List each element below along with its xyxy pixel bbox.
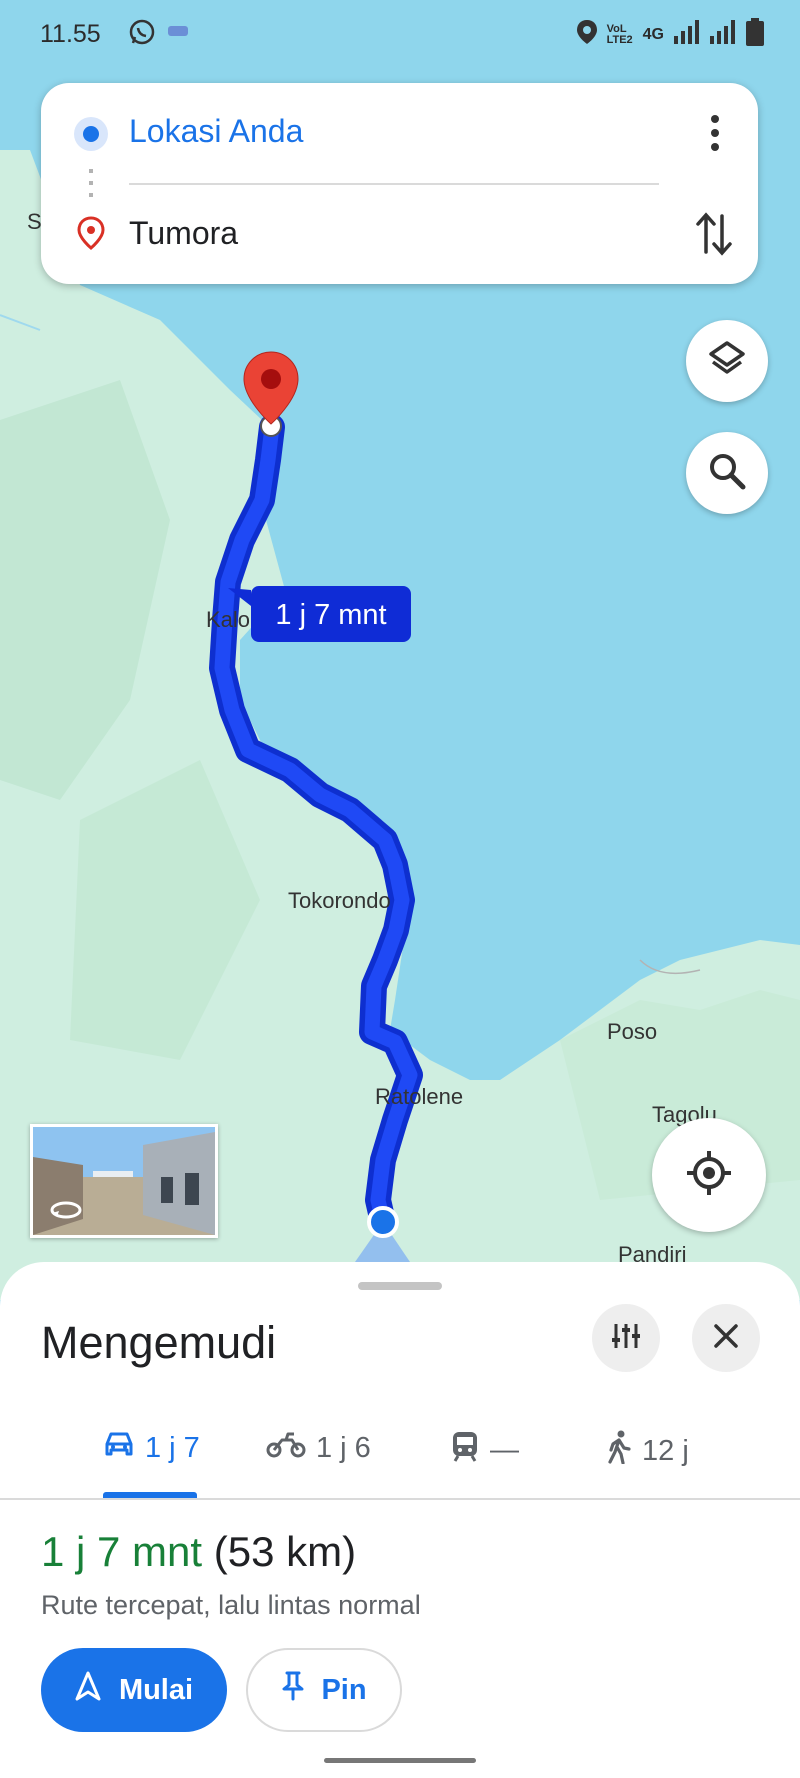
my-location-icon: [685, 1149, 733, 1202]
place-label: S: [27, 209, 42, 234]
status-time: 11.55: [40, 20, 101, 48]
place-label: Tokorondo: [288, 888, 391, 913]
origin-field[interactable]: Lokasi Anda: [129, 113, 303, 150]
tab-walk[interactable]: 12 j: [606, 1430, 689, 1472]
signal-icon: [710, 20, 736, 49]
location-icon: [576, 20, 597, 49]
rotate-360-icon: [49, 1199, 83, 1226]
current-location-dot: [367, 1206, 399, 1238]
eta-time: 1 j 7 mnt: [41, 1528, 203, 1575]
signal-icon: [674, 20, 700, 49]
place-label: Ratolene: [375, 1084, 463, 1109]
navigation-arrow-icon: [75, 1671, 101, 1709]
sheet-drag-handle[interactable]: [358, 1282, 442, 1290]
tab-car[interactable]: 1 j 7: [103, 1430, 200, 1466]
tab-walk-label: 12 j: [642, 1434, 689, 1467]
status-bar: 11.55 VoL LTE2 4G: [0, 0, 800, 68]
street-view-thumbnail[interactable]: [30, 1124, 218, 1238]
route-description: Rute tercepat, lalu lintas normal: [41, 1590, 421, 1620]
volte-icon: VoL LTE2: [606, 22, 633, 46]
tab-transit-label: —: [490, 1433, 519, 1466]
start-button[interactable]: Mulai: [41, 1648, 227, 1732]
walking-icon: [606, 1430, 632, 1472]
eta-bubble: 1 j 7 mnt: [228, 586, 411, 642]
options-icon: [610, 1320, 642, 1357]
destination-field[interactable]: Tumora: [129, 215, 238, 252]
motorcycle-icon: [266, 1430, 306, 1466]
directions-bottom-sheet: Mengemudi 1 j 7 1 j 6 — 12 j 1 j 7 mnt (…: [0, 1262, 800, 1778]
tab-motorcycle-label: 1 j 6: [316, 1431, 371, 1464]
origin-dot-icon: [74, 117, 108, 151]
directions-card: Lokasi Anda Tumora: [41, 83, 758, 284]
train-icon: [450, 1430, 480, 1470]
destination-pin-icon: [76, 216, 106, 255]
battery-icon: [746, 18, 764, 51]
swap-icon[interactable]: [694, 210, 734, 258]
eta-distance: (53 km): [213, 1528, 357, 1575]
gesture-nav-bar[interactable]: [324, 1758, 476, 1763]
start-button-label: Mulai: [118, 1673, 194, 1706]
network-label: 4G: [642, 25, 664, 43]
status-icons: VoL LTE2 4G: [576, 18, 764, 51]
close-icon: [713, 1323, 739, 1354]
tab-motorcycle[interactable]: 1 j 6: [266, 1430, 371, 1466]
divider: [129, 183, 659, 185]
pin-button[interactable]: Pin: [246, 1648, 402, 1732]
connector-dots: [89, 169, 93, 205]
notification-icon: [168, 26, 188, 36]
search-icon: [707, 451, 747, 496]
pin-icon: [281, 1671, 305, 1709]
tabs-divider: [0, 1498, 800, 1500]
place-label: Kalo: [206, 607, 250, 632]
my-location-button[interactable]: [652, 1118, 766, 1232]
travel-mode-tabs: 1 j 7 1 j 6 — 12 j: [0, 1412, 800, 1500]
place-label: Poso: [607, 1019, 657, 1044]
search-button[interactable]: [686, 432, 768, 514]
tab-transit[interactable]: —: [450, 1430, 519, 1470]
more-vert-icon[interactable]: [700, 111, 730, 155]
tab-car-label: 1 j 7: [145, 1431, 200, 1464]
car-icon: [103, 1430, 135, 1466]
close-button[interactable]: [692, 1304, 760, 1372]
whatsapp-icon: [128, 18, 156, 53]
layers-icon: [707, 339, 747, 384]
layers-button[interactable]: [686, 320, 768, 402]
eta-bubble-text: 1 j 7 mnt: [275, 599, 386, 631]
route-options-button[interactable]: [592, 1304, 660, 1372]
travel-mode-title: Mengemudi: [41, 1317, 277, 1368]
route-summary: 1 j 7 mnt (53 km): [41, 1528, 356, 1576]
pin-button-label: Pin: [321, 1673, 367, 1706]
